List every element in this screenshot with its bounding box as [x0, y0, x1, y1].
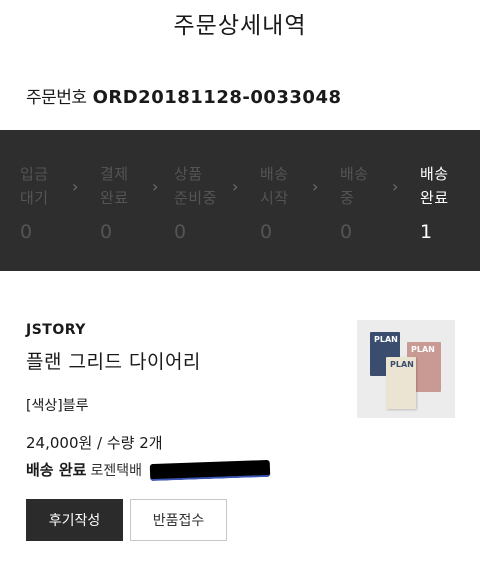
step-count: 1 [420, 221, 433, 243]
step-count: 0 [340, 221, 353, 243]
chevron-right-icon: › [232, 177, 239, 196]
step-count: 0 [260, 221, 273, 243]
order-number-value: ORD20181128-0033048 [92, 87, 342, 108]
chevron-right-icon: › [392, 177, 399, 196]
shipping-status: 배송 완료 [26, 461, 87, 479]
step-label: 배송 완료 [420, 165, 449, 207]
status-step-delivered: 배송 완료 1 [420, 162, 464, 243]
chevron-right-icon: › [72, 177, 79, 196]
order-status-bar: 입금 대기 0 › 결제 완료 0 › 상품 준비중 0 › 배송 시작 0 ›… [0, 130, 480, 271]
status-step-in-transit: 배송 중 0 [340, 162, 384, 243]
book-title: PLAN [411, 345, 435, 354]
step-count: 0 [100, 221, 113, 243]
step-label: 결제 완료 [100, 165, 129, 207]
book-title: PLAN [374, 335, 398, 344]
chevron-right-icon: › [152, 177, 159, 196]
step-count: 0 [20, 221, 33, 243]
return-request-button[interactable]: 반품접수 [130, 499, 227, 541]
step-label: 배송 중 [340, 165, 369, 207]
status-step-deposit-waiting: 입금 대기 0 [20, 162, 64, 243]
status-step-preparing: 상품 준비중 0 [174, 162, 218, 243]
step-label: 입금 대기 [20, 165, 49, 207]
product-brand: JSTORY [26, 322, 86, 338]
chevron-right-icon: › [312, 177, 319, 196]
price-quantity: 24,000원 / 수량 2개 [26, 434, 163, 452]
page-title: 주문상세내역 [173, 13, 307, 39]
order-number: 주문번호 ORD20181128-0033048 [26, 84, 342, 112]
step-label: 배송 시작 [260, 165, 289, 207]
write-review-button[interactable]: 후기작성 [26, 499, 123, 541]
step-count: 0 [174, 221, 187, 243]
tracking-number-redacted[interactable] [149, 459, 271, 482]
status-step-payment-complete: 결제 완료 0 [100, 162, 144, 243]
order-number-label: 주문번호 [26, 88, 87, 108]
book-title: PLAN [390, 360, 414, 369]
shipping-carrier: 로젠택배 [90, 463, 142, 479]
diary-book-cream: PLAN [386, 357, 416, 409]
status-step-shipping-started: 배송 시작 0 [260, 162, 304, 243]
product-option: [색상]블루 [26, 398, 89, 414]
shipping-info: 배송 완료 로젠택배 [26, 458, 271, 483]
product-name[interactable]: 플랜 그리드 다이어리 [26, 347, 201, 377]
product-thumbnail[interactable]: PLAN PLAN PLAN [357, 320, 455, 418]
step-label: 상품 준비중 [174, 165, 217, 207]
